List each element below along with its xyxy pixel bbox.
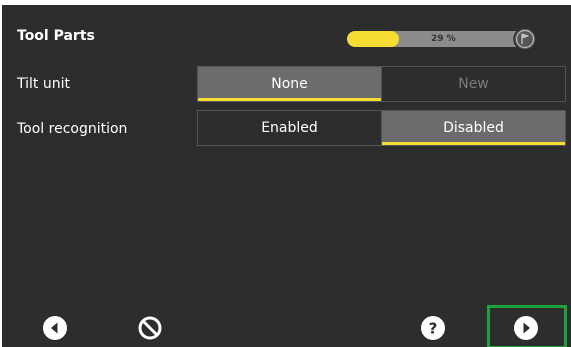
header-bar: Tool Parts 29 %: [2, 5, 571, 57]
tilt-unit-option-none[interactable]: None: [198, 67, 381, 101]
help-icon[interactable]: ?: [420, 315, 446, 341]
tool-recognition-option-disabled[interactable]: Disabled: [381, 111, 565, 145]
app-screen: Tool Parts 29 % Tilt unit None New Tool …: [2, 5, 571, 347]
tilt-unit-option-new[interactable]: New: [381, 67, 565, 101]
flag-icon: [513, 27, 537, 51]
progress-indicator: 29 %: [347, 27, 547, 51]
progress-fill: [347, 31, 399, 47]
tool-recognition-toggle: Enabled Disabled: [197, 110, 566, 146]
tilt-unit-label: Tilt unit: [17, 76, 70, 92]
tool-recognition-option-enabled[interactable]: Enabled: [198, 111, 381, 145]
tool-recognition-label: Tool recognition: [17, 121, 128, 137]
footer-bar: ?: [2, 307, 571, 347]
tilt-unit-toggle: None New: [197, 66, 566, 102]
next-button-highlight: [487, 305, 567, 347]
progress-text: 29 %: [431, 34, 456, 44]
page-title: Tool Parts: [17, 28, 95, 44]
back-arrow-icon[interactable]: [42, 315, 68, 341]
svg-text:?: ?: [429, 320, 438, 338]
cancel-icon[interactable]: [137, 315, 163, 341]
